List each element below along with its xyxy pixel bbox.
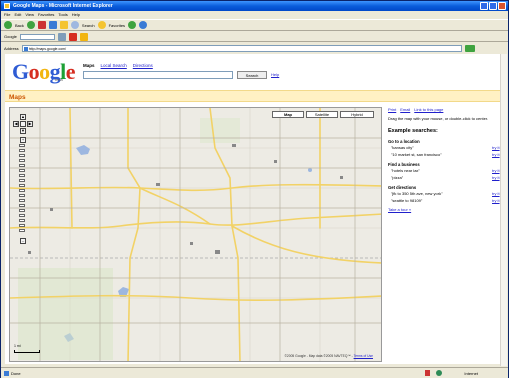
zoom-out-button[interactable]: – — [20, 238, 26, 244]
zoom-slider[interactable] — [19, 144, 25, 236]
page-icon — [23, 46, 28, 51]
map-type-map-button[interactable]: Map — [272, 111, 304, 118]
sidebar: Print Email Link to this page Drag the m… — [388, 107, 504, 362]
map-canvas[interactable] — [10, 108, 382, 362]
examples-heading: Example searches: — [388, 127, 438, 134]
pan-down-button[interactable]: ▼ — [20, 128, 26, 134]
menu-favorites[interactable]: Favorites — [38, 12, 54, 19]
go-button[interactable] — [464, 44, 475, 52]
maps-search-input[interactable] — [83, 71, 233, 79]
security-zone-label: Internet — [464, 371, 478, 376]
link-to-page-link[interactable]: Link to this page — [414, 107, 443, 112]
forward-arrow-icon[interactable] — [26, 21, 35, 29]
example-query: "seattle to 98109" — [391, 197, 423, 203]
home-icon[interactable] — [59, 21, 68, 29]
map-instructions: Drag the map with your mouse, or double-… — [388, 116, 489, 121]
status-text: Done — [11, 371, 21, 376]
tab-local-search[interactable]: Local Search — [101, 63, 127, 68]
menu-edit[interactable]: Edit — [14, 12, 21, 19]
take-a-tour-link[interactable]: Take a tour » — [388, 207, 504, 212]
status-bar: Done Internet — [1, 367, 508, 378]
logo-beta-label: beta — [55, 77, 63, 82]
list-item: "pizza" try it — [388, 175, 504, 180]
sidebar-actions: Print Email Link to this page — [388, 107, 504, 112]
search-icon[interactable] — [70, 21, 79, 29]
scale-label: 1 mi — [14, 344, 21, 348]
close-button[interactable] — [498, 2, 506, 10]
favorites-button-label[interactable]: Favorites — [109, 23, 125, 28]
standard-toolbar: Back Search Favorites — [1, 19, 508, 31]
example-query: "jfk to 350 5th ave, new york" — [391, 191, 443, 196]
list-item: "kansas city" try it — [388, 145, 504, 150]
highlight-icon[interactable] — [79, 32, 88, 41]
google-logo[interactable]: Google — [12, 59, 76, 85]
refresh-icon[interactable] — [48, 21, 57, 29]
search-button[interactable]: Search — [237, 71, 267, 79]
maps-header-bar: Maps — [5, 90, 504, 102]
google-toolbar-label: Google — [4, 34, 17, 39]
menu-tools[interactable]: Tools — [58, 12, 67, 19]
section-title-directions: Get directions — [388, 184, 417, 190]
example-query: "hotels near lax" — [391, 168, 420, 173]
vertical-scrollbar[interactable] — [500, 54, 507, 366]
media-icon[interactable] — [128, 21, 137, 29]
map-type-satellite-button[interactable]: Satellite — [306, 111, 338, 118]
terms-of-use-link[interactable]: Terms of Use — [354, 354, 373, 358]
stop-icon[interactable] — [37, 21, 46, 29]
back-arrow-icon[interactable] — [4, 21, 12, 29]
page-title: Maps — [9, 94, 26, 101]
help-link[interactable]: Help — [271, 72, 279, 77]
map-viewport[interactable]: Map Satellite Hybrid ▲ ◀ ▶ ▼ + – 1 mi ©2… — [9, 107, 382, 362]
search-button-label[interactable]: Search — [82, 23, 95, 28]
example-query: "10 market st, san francisco" — [391, 151, 442, 157]
internet-zone-icon — [436, 370, 442, 376]
list-item: "10 market st, san francisco" try it — [388, 152, 504, 157]
map-type-hybrid-button[interactable]: Hybrid — [340, 111, 374, 118]
google-toolbar: Google — [1, 32, 508, 42]
menu-view[interactable]: View — [25, 12, 34, 19]
list-item: "hotels near lax" try it — [388, 168, 504, 173]
address-url: http://maps.google.com/ — [28, 46, 67, 51]
browser-window: Google Maps - Microsoft Internet Explore… — [0, 0, 509, 378]
google-search-icon[interactable] — [57, 32, 66, 41]
history-icon[interactable] — [139, 21, 148, 29]
back-button-label[interactable]: Back — [15, 23, 24, 28]
list-item: "jfk to 350 5th ave, new york" try it — [388, 191, 504, 196]
list-item: "seattle to 98109" try it — [388, 198, 504, 203]
window-title: Google Maps - Microsoft Internet Explore… — [13, 3, 113, 9]
maximize-button[interactable] — [489, 2, 497, 10]
pan-left-button[interactable]: ◀ — [13, 121, 19, 127]
favorites-star-icon[interactable] — [97, 21, 106, 29]
address-input[interactable]: http://maps.google.com/ — [21, 44, 462, 52]
popup-blocker-icon[interactable] — [425, 370, 430, 376]
page-done-icon — [4, 371, 9, 376]
menu-file[interactable]: File — [4, 12, 10, 19]
section-title-location: Go to a location — [388, 138, 420, 144]
scale-bar — [14, 350, 40, 353]
search-tabs: Maps Local Search Directions — [83, 63, 153, 68]
tab-maps: Maps — [83, 63, 95, 68]
pan-right-button[interactable]: ▶ — [27, 121, 33, 127]
pan-up-button[interactable]: ▲ — [20, 114, 26, 120]
ie-logo-icon — [4, 3, 10, 9]
example-query: "pizza" — [391, 174, 404, 180]
email-link[interactable]: Email — [400, 107, 410, 112]
minimize-button[interactable] — [480, 2, 488, 10]
example-query: "kansas city" — [391, 145, 414, 150]
copyright-text: ©2005 Google - Map data ©2005 NAVTEQ™ - — [284, 354, 353, 358]
map-copyright: ©2005 Google - Map data ©2005 NAVTEQ™ - … — [285, 354, 374, 358]
pagerank-icon — [68, 32, 77, 41]
address-label: Address — [4, 45, 19, 51]
address-bar: Address http://maps.google.com/ — [1, 43, 508, 53]
zoom-in-button[interactable]: + — [20, 137, 26, 143]
menu-bar: File Edit View Favorites Tools Help — [1, 11, 508, 19]
print-link[interactable]: Print — [388, 107, 396, 112]
tab-directions[interactable]: Directions — [133, 63, 153, 68]
menu-help[interactable]: Help — [72, 12, 80, 19]
page-content: Google beta Maps Local Search Directions… — [5, 54, 504, 364]
google-toolbar-search-input[interactable] — [19, 33, 55, 40]
title-bar: Google Maps - Microsoft Internet Explore… — [1, 1, 508, 11]
section-title-business: Find a business — [388, 161, 420, 167]
pan-center-button[interactable] — [20, 121, 26, 127]
